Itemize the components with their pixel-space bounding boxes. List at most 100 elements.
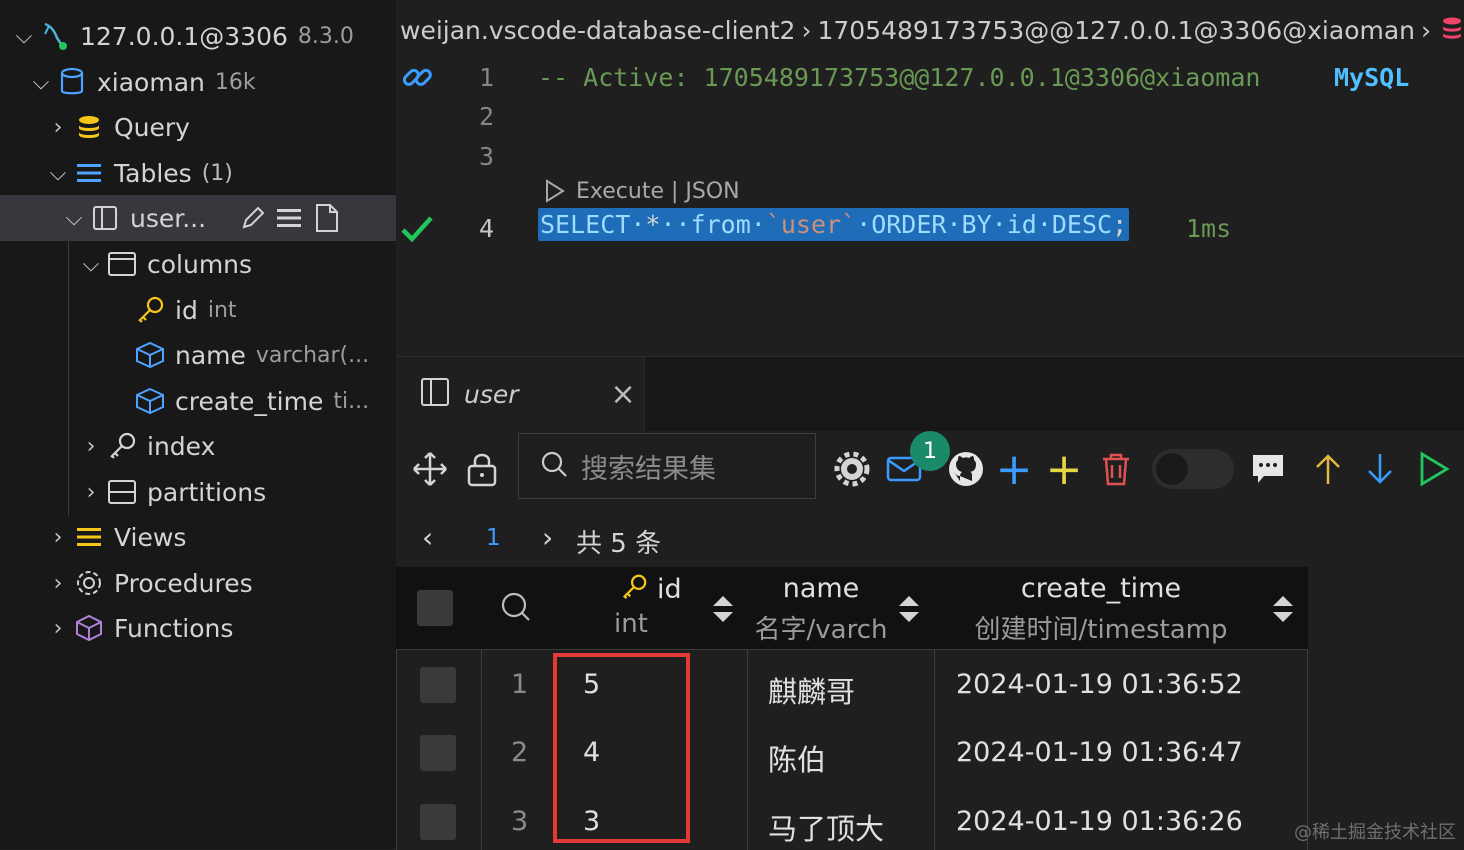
delete-trash-icon[interactable] — [1096, 449, 1136, 489]
procedures-label: Procedures — [114, 568, 253, 598]
sql-statement[interactable]: SELECT·*··from·`user`·ORDER·BY·id·DESC; — [538, 208, 1130, 241]
prev-page-icon[interactable]: ‹ — [422, 521, 433, 554]
tree-item-procedures[interactable]: › Procedures — [0, 560, 440, 606]
total-count: 共 5 条 — [576, 529, 662, 559]
server-version: 8.3.0 — [297, 23, 354, 49]
row-checkbox[interactable] — [420, 804, 456, 840]
mysql-dolphin-icon — [38, 19, 72, 53]
database-icon — [55, 65, 89, 99]
grid-header: id int name 名字/varch create_time 创建时间/ti… — [396, 567, 1308, 649]
partitions-label: partitions — [147, 477, 267, 507]
tree-item-table-user[interactable]: ⌵ user... — [0, 195, 456, 241]
sql-star: * — [645, 210, 661, 239]
arrow-up-icon[interactable] — [1308, 449, 1348, 489]
column-name: id — [175, 295, 198, 325]
column-cube-icon — [133, 384, 167, 418]
lock-icon[interactable] — [462, 449, 502, 489]
breadcrumb-item[interactable]: weijan.vscode-database-client2 — [400, 16, 795, 45]
gear-icon — [72, 566, 106, 600]
database-stack-icon — [1441, 16, 1463, 48]
search-icon[interactable] — [500, 591, 532, 627]
sql-dialect-label: MySQL — [1334, 63, 1410, 92]
add-column-icon[interactable]: + — [1044, 444, 1084, 495]
partitions-icon — [105, 475, 139, 509]
next-page-icon[interactable]: › — [542, 521, 553, 554]
table-row[interactable]: 2 4 陈伯 2024-01-19 01:36:47 — [396, 727, 1308, 787]
row-index: 1 — [511, 669, 529, 700]
functions-label: Functions — [114, 613, 234, 643]
sort-icon[interactable] — [1270, 593, 1296, 629]
new-file-icon[interactable] — [310, 201, 344, 235]
tab-user[interactable]: user × — [396, 357, 645, 431]
column-name: create_time — [175, 386, 324, 416]
list-icon[interactable] — [272, 201, 306, 235]
tables-count: (1) — [201, 160, 233, 186]
result-panel: user × 搜索结果集 1 + + ‹ 1 › 共 5 条 id int na… — [396, 356, 1464, 850]
sql-keyword: from — [690, 210, 751, 239]
column-header-label: id — [656, 574, 682, 605]
line-number: 3 — [478, 142, 494, 171]
tree-item-connection[interactable]: ⌵ 127.0.0.1@3306 8.3.0 — [0, 13, 406, 59]
tree-item-tables[interactable]: ⌵ Tables (1) — [0, 150, 440, 196]
watermark: @稀土掘金技术社区 — [1294, 822, 1456, 843]
comment-icon[interactable] — [1248, 449, 1288, 489]
run-play-icon[interactable] — [1414, 449, 1454, 489]
codelens-label: Execute | JSON — [576, 178, 740, 204]
column-header-type: 创建时间/timestamp — [974, 615, 1228, 645]
columns-label: columns — [147, 249, 253, 279]
row-index: 3 — [511, 806, 529, 837]
search-input[interactable]: 搜索结果集 — [518, 433, 816, 499]
move-icon[interactable] — [410, 449, 450, 489]
sql-keyword: DESC — [1051, 210, 1113, 239]
sql-table-identifier: `user` — [765, 210, 857, 239]
sort-icon[interactable] — [896, 593, 922, 629]
cell-name[interactable]: 陈伯 — [768, 737, 826, 779]
table-icon — [88, 201, 122, 235]
connection-label: 127.0.0.1@3306 — [80, 21, 288, 51]
column-type: int — [207, 297, 237, 323]
tree-item-functions[interactable]: › Functions — [0, 605, 440, 651]
github-icon[interactable] — [946, 449, 986, 489]
cell-create-time[interactable]: 2024-01-19 01:36:47 — [956, 737, 1243, 768]
breadcrumb-item[interactable]: 1705489173753@@127.0.0.1@3306@xiaoman — [817, 16, 1415, 45]
sort-icon[interactable] — [710, 593, 736, 629]
query-label: Query — [114, 112, 190, 142]
cell-create-time[interactable]: 2024-01-19 01:36:52 — [956, 669, 1243, 700]
edit-pencil-icon[interactable] — [236, 201, 270, 235]
column-header-name[interactable]: name — [744, 573, 898, 604]
column-header-create-time[interactable]: create_time — [956, 573, 1246, 604]
tree-item-database[interactable]: ⌵ xiaoman 16k — [0, 59, 423, 105]
primary-key-icon — [620, 573, 648, 608]
cell-create-time[interactable]: 2024-01-19 01:36:26 — [956, 806, 1243, 837]
add-row-icon[interactable]: + — [994, 444, 1034, 495]
chevron-right-icon: › — [53, 524, 63, 550]
settings-gear-icon[interactable] — [832, 449, 872, 489]
database-explorer-sidebar: ⌵ 127.0.0.1@3306 8.3.0 ⌵ xiaoman 16k › Q… — [0, 0, 456, 849]
active-connection-link-icon[interactable] — [400, 60, 434, 98]
index-label: index — [147, 431, 216, 461]
tree-item-views[interactable]: › Views — [0, 514, 440, 560]
primary-key-icon — [133, 293, 167, 327]
select-all-checkbox[interactable] — [417, 590, 453, 626]
current-page[interactable]: 1 — [486, 525, 501, 551]
codelens-execute[interactable]: Execute | JSON — [542, 178, 740, 204]
chevron-down-icon: ⌵ — [49, 160, 67, 186]
sql-editor[interactable]: weijan.vscode-database-client2 › 170548917… — [396, 0, 1464, 356]
close-icon[interactable]: × — [611, 377, 636, 412]
breadcrumb: weijan.vscode-database-client2 › 170548917… — [400, 16, 1464, 48]
tree-item-query[interactable]: › Query — [0, 104, 440, 150]
column-type: varchar(... — [255, 342, 370, 368]
views-label: Views — [114, 522, 187, 552]
cell-name[interactable]: 马了顶大 — [768, 806, 884, 848]
views-list-icon — [72, 520, 106, 554]
row-checkbox[interactable] — [420, 735, 456, 771]
table-row[interactable]: 3 3 马了顶大 2024-01-19 01:36:26 — [396, 796, 1308, 850]
search-icon — [539, 449, 569, 483]
table-row[interactable]: 1 5 麒麟哥 2024-01-19 01:36:52 — [396, 659, 1308, 719]
row-checkbox[interactable] — [420, 667, 456, 703]
cell-name[interactable]: 麒麟哥 — [768, 669, 855, 711]
arrow-down-icon[interactable] — [1360, 449, 1400, 489]
toggle-switch[interactable] — [1152, 449, 1234, 489]
chevron-down-icon: ⌵ — [82, 251, 100, 277]
toggle-knob — [1156, 453, 1188, 485]
